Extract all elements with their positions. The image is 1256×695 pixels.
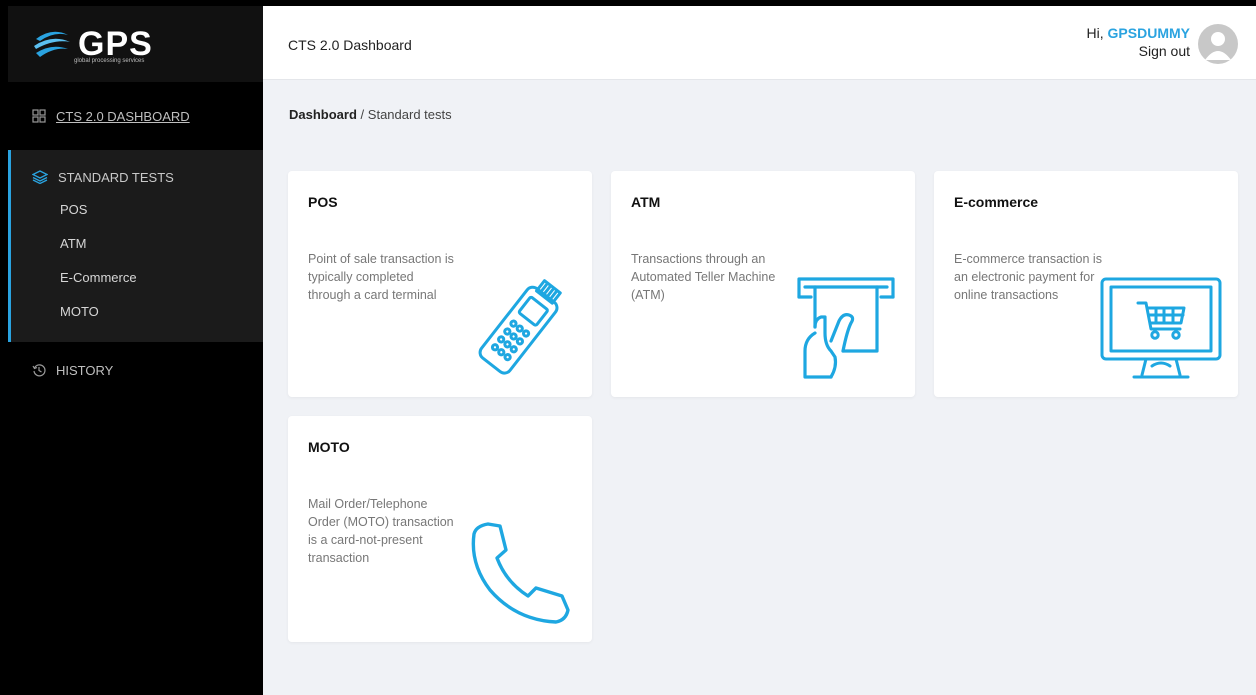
sidebar-item-dashboard[interactable]: CTS 2.0 DASHBOARD xyxy=(8,82,263,150)
breadcrumb-current: Standard tests xyxy=(367,107,452,122)
sidebar-item-standard-tests[interactable]: STANDARD TESTS xyxy=(11,162,263,192)
card-atm[interactable]: ATM Transactions through an Automated Te… xyxy=(611,171,915,397)
top-bar: CTS 2.0 Dashboard Hi, GPSDUMMY Sign out xyxy=(263,6,1256,80)
phone-icon xyxy=(471,522,570,624)
sidebar: GPS global processing services CTS 2.0 D… xyxy=(8,6,263,695)
history-icon xyxy=(32,364,46,377)
card-description: Transactions through an Automated Teller… xyxy=(631,252,776,302)
sidebar-item-label: STANDARD TESTS xyxy=(58,169,174,185)
breadcrumb: Dashboard / Standard tests xyxy=(289,107,452,122)
sidebar-item-atm[interactable]: ATM xyxy=(11,226,263,260)
card-title: POS xyxy=(308,194,338,210)
breadcrumb-root[interactable]: Dashboard xyxy=(289,107,357,122)
card-description: Mail Order/Telephone Order (MOTO) transa… xyxy=(308,497,454,565)
card-description: E-commerce transaction is an electronic … xyxy=(954,252,1102,302)
greeting-text: Hi, xyxy=(1086,25,1104,41)
grid-icon xyxy=(32,109,46,123)
card-title: E-commerce xyxy=(954,194,1039,210)
sidebar-item-history[interactable]: HISTORY xyxy=(8,342,263,398)
brand-logo[interactable]: GPS global processing services xyxy=(8,6,263,82)
sidebar-item-pos[interactable]: POS xyxy=(11,192,263,226)
user-icon xyxy=(1205,32,1231,60)
globe-logo-icon xyxy=(34,31,70,57)
sidebar-item-label: CTS 2.0 DASHBOARD xyxy=(56,108,190,124)
user-menu: Hi, GPSDUMMY Sign out xyxy=(1087,24,1190,60)
card-description: Point of sale transaction is typically c… xyxy=(308,252,454,302)
brand-name: GPS xyxy=(78,25,153,63)
monitor-cart-icon xyxy=(1100,277,1222,379)
card-pos[interactable]: POS Point of sale transaction is typical… xyxy=(288,171,592,397)
avatar[interactable] xyxy=(1198,24,1238,64)
card-moto[interactable]: MOTO Mail Order/Telephone Order (MOTO) t… xyxy=(288,416,592,642)
sidebar-item-label: HISTORY xyxy=(56,362,114,378)
sidebar-item-moto[interactable]: MOTO xyxy=(11,294,263,328)
card-ecommerce[interactable]: E-commerce E-commerce transaction is an … xyxy=(934,171,1238,397)
username[interactable]: GPSDUMMY xyxy=(1108,25,1190,41)
sidebar-item-ecommerce[interactable]: E-Commerce xyxy=(11,260,263,294)
greeting-line: Hi, GPSDUMMY xyxy=(1087,24,1190,42)
brand-tagline: global processing services xyxy=(74,58,145,64)
sign-out-link[interactable]: Sign out xyxy=(1087,42,1190,60)
breadcrumb-separator: / xyxy=(360,107,365,122)
card-title: ATM xyxy=(631,194,661,210)
page-title: CTS 2.0 Dashboard xyxy=(288,37,412,53)
atm-icon xyxy=(797,277,895,379)
card-terminal-icon xyxy=(478,279,562,375)
card-title: MOTO xyxy=(308,439,350,455)
sidebar-group-standard-tests: STANDARD TESTS POS ATM E-Commerce MOTO xyxy=(8,150,263,342)
layers-icon xyxy=(32,170,48,184)
